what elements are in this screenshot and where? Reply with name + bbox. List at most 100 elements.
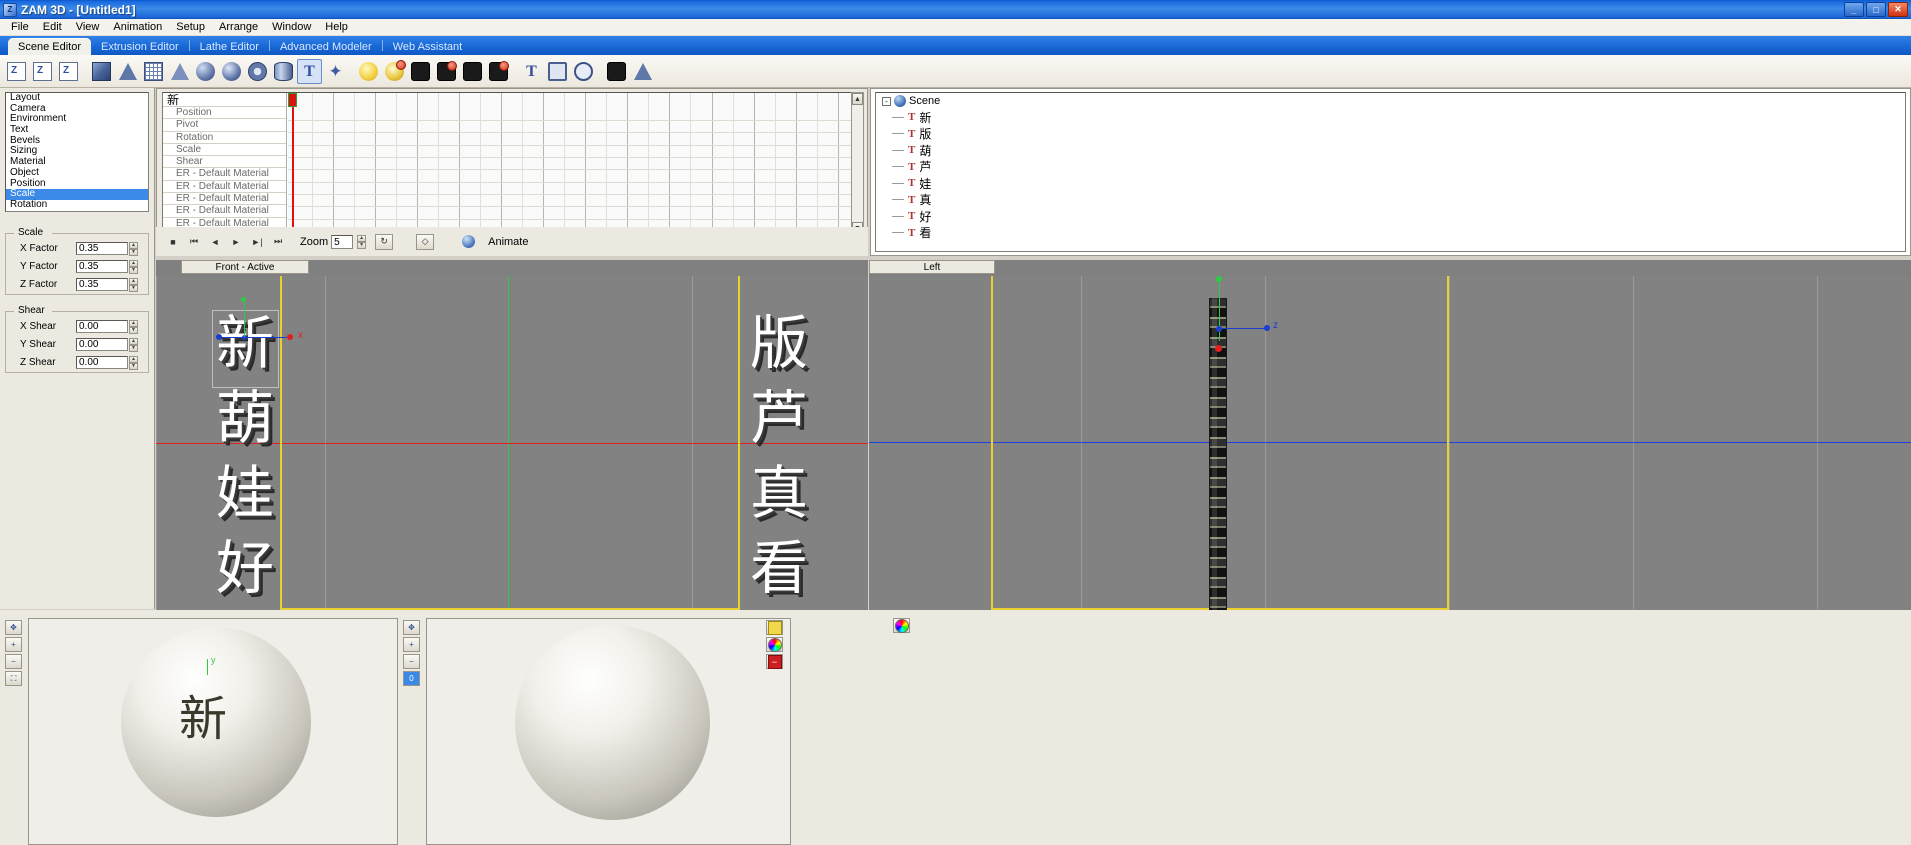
- track-name-shear[interactable]: Shear: [163, 156, 286, 169]
- x-factor-stepper[interactable]: ▲ ▼: [129, 242, 138, 256]
- library-color-picker[interactable]: [893, 618, 910, 633]
- scene-tree-list[interactable]: - Scene T新 T版 T葫 T芦 T娃 T真 T好 T看: [875, 92, 1906, 252]
- last-frame-button[interactable]: ⏭: [269, 234, 287, 250]
- track-name-pivot[interactable]: Pivot: [163, 119, 286, 132]
- delete-material-button[interactable]: −: [766, 654, 783, 669]
- z-factor-input[interactable]: 0.35: [76, 278, 128, 291]
- insert-cone-button[interactable]: [115, 59, 140, 84]
- stepper-down[interactable]: ▼: [129, 285, 138, 292]
- stepper-down[interactable]: ▼: [357, 242, 367, 249]
- gizmo-origin[interactable]: [1216, 326, 1222, 332]
- preview-pane-1[interactable]: 新 y: [28, 618, 398, 845]
- insert-spot-light-target-button[interactable]: [434, 59, 459, 84]
- viewport-character[interactable]: 好: [216, 539, 274, 597]
- insert-cylinder-button[interactable]: [271, 59, 296, 84]
- tab-web-assistant[interactable]: Web Assistant: [383, 39, 473, 55]
- prop-item-object[interactable]: Object: [6, 167, 148, 179]
- menu-animation[interactable]: Animation: [106, 20, 169, 34]
- save-document-button[interactable]: [56, 59, 81, 84]
- stepper-up[interactable]: ▲: [129, 260, 138, 267]
- minimize-button[interactable]: _: [1844, 2, 1864, 17]
- menu-window[interactable]: Window: [265, 20, 318, 34]
- play-button[interactable]: ►: [227, 234, 245, 250]
- insert-shape-button[interactable]: ✦: [323, 59, 348, 84]
- x-factor-input[interactable]: 0.35: [76, 242, 128, 255]
- track-name-material-3[interactable]: ER - Default Material: [163, 193, 286, 206]
- animate-toggle-icon[interactable]: [459, 234, 477, 250]
- pan-tool-button[interactable]: ✥: [5, 620, 22, 635]
- viewport-character[interactable]: 看: [750, 539, 808, 597]
- prop-item-rotation[interactable]: Rotation: [6, 199, 148, 211]
- track-name-rotation[interactable]: Rotation: [163, 132, 286, 144]
- viewport-left-header[interactable]: Left: [869, 260, 995, 274]
- stepper-up[interactable]: ▲: [129, 320, 138, 327]
- tab-scene-editor[interactable]: Scene Editor: [8, 38, 91, 55]
- scene-tree-item[interactable]: T真: [876, 192, 1905, 209]
- counter-indicator[interactable]: 0: [403, 671, 420, 686]
- first-frame-button[interactable]: ⏮: [185, 234, 203, 250]
- stop-button[interactable]: ■: [164, 234, 182, 250]
- y-factor-input[interactable]: 0.35: [76, 260, 128, 273]
- y-factor-stepper[interactable]: ▲ ▼: [129, 260, 138, 274]
- stepper-down[interactable]: ▼: [129, 363, 138, 370]
- y-shear-input[interactable]: 0.00: [76, 338, 128, 351]
- stepper-up[interactable]: ▲: [129, 356, 138, 363]
- track-name-material-4[interactable]: ER - Default Material: [163, 205, 286, 218]
- zoom-in-button[interactable]: +: [5, 637, 22, 652]
- stepper-down[interactable]: ▼: [129, 327, 138, 334]
- menu-help[interactable]: Help: [318, 20, 355, 34]
- scene-tree-item[interactable]: T芦: [876, 159, 1905, 176]
- menu-file[interactable]: File: [4, 20, 36, 34]
- vscroll-up-button[interactable]: ▲: [852, 93, 863, 105]
- panel-view-button[interactable]: [545, 59, 570, 84]
- insert-point-light-button[interactable]: [356, 59, 381, 84]
- gizmo-y-handle[interactable]: [241, 297, 246, 302]
- next-frame-button[interactable]: ►|: [248, 234, 266, 250]
- scene-tree-item[interactable]: T版: [876, 126, 1905, 143]
- gizmo-y-axis[interactable]: [244, 301, 245, 337]
- stepper-up[interactable]: ▲: [357, 235, 367, 242]
- render-preview-button[interactable]: [571, 59, 596, 84]
- x-shear-stepper[interactable]: ▲ ▼: [129, 320, 138, 334]
- fit-view-button[interactable]: ⛶: [5, 671, 22, 686]
- viewport-left[interactable]: Left z: [869, 260, 1911, 610]
- timeline-vscrollbar[interactable]: ▲ ▼: [851, 92, 864, 235]
- insert-text-button[interactable]: T: [297, 58, 322, 84]
- scene-tree-item[interactable]: T看: [876, 225, 1905, 242]
- scene-tree-item[interactable]: T娃: [876, 175, 1905, 192]
- preview-pane-2[interactable]: [426, 618, 791, 845]
- gizmo-z-handle[interactable]: [1264, 325, 1270, 331]
- x-shear-input[interactable]: 0.00: [76, 320, 128, 333]
- tab-extrusion-editor[interactable]: Extrusion Editor: [91, 39, 189, 55]
- menu-setup[interactable]: Setup: [169, 20, 212, 34]
- magnet-tool-button[interactable]: [604, 59, 629, 84]
- stepper-down[interactable]: ▼: [129, 249, 138, 256]
- stepper-down[interactable]: ▼: [129, 267, 138, 274]
- add-material-button[interactable]: [766, 620, 783, 635]
- stepper-up[interactable]: ▲: [129, 278, 138, 285]
- gizmo-z-axis[interactable]: [1219, 328, 1267, 329]
- stepper-up[interactable]: ▲: [129, 338, 138, 345]
- new-document-button[interactable]: [4, 59, 29, 84]
- loop-button[interactable]: ↻: [375, 233, 394, 250]
- zoom-out-button-2[interactable]: −: [403, 654, 420, 669]
- track-name-material-1[interactable]: ER - Default Material: [163, 168, 286, 181]
- close-button[interactable]: ✕: [1888, 2, 1908, 17]
- pan-tool-button-2[interactable]: ✥: [403, 620, 420, 635]
- timeline-playhead[interactable]: [292, 93, 294, 234]
- edit-material-button[interactable]: [766, 637, 783, 652]
- z-shear-input[interactable]: 0.00: [76, 356, 128, 369]
- timeline-grid[interactable]: 新 Position Pivot Rotation Scale Shear ER…: [162, 92, 862, 235]
- viewport-character[interactable]: 葫: [216, 389, 274, 447]
- gizmo-center-dot[interactable]: [1215, 345, 1222, 352]
- insert-camera-button[interactable]: [460, 59, 485, 84]
- scene-tree-item[interactable]: T好: [876, 208, 1905, 225]
- scene-tree-item[interactable]: T新: [876, 109, 1905, 126]
- tree-collapse-icon[interactable]: -: [882, 96, 891, 106]
- insert-camera-target-button[interactable]: [486, 59, 511, 84]
- viewport-front-canvas[interactable]: 新 葫 娃 好 版 芦 真 看 x: [156, 276, 868, 610]
- tab-advanced-modeler[interactable]: Advanced Modeler: [270, 39, 382, 55]
- viewport-front-header[interactable]: Front - Active: [181, 260, 309, 274]
- timeline-object-name[interactable]: 新: [163, 93, 286, 107]
- gizmo-x-axis[interactable]: [218, 337, 292, 338]
